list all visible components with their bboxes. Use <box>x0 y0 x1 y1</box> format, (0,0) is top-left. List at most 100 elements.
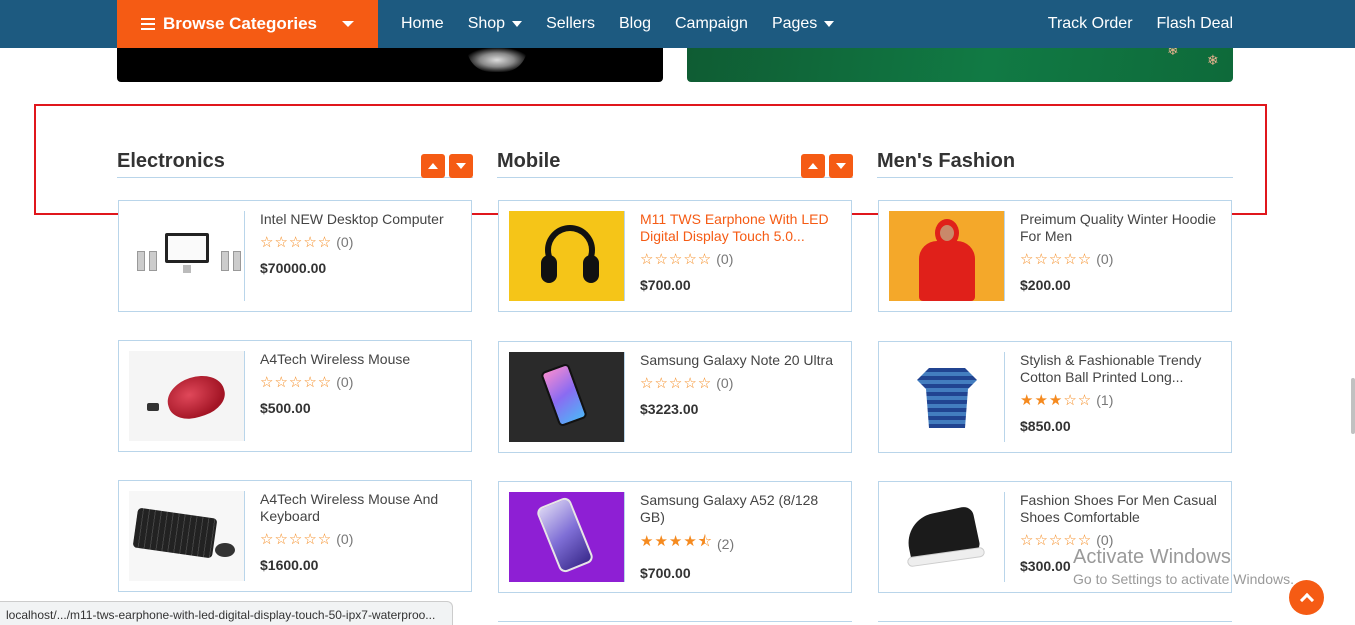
product-rating: ☆☆☆☆☆ (0) <box>640 250 845 268</box>
product-price: $1600.00 <box>260 557 319 573</box>
nav-sellers[interactable]: Sellers <box>546 15 595 33</box>
star-rating-icon: ★★★★⯪ <box>640 533 713 550</box>
product-card[interactable]: Intel NEW Desktop Computer ☆☆☆☆☆ (0) $700… <box>118 200 472 312</box>
product-name[interactable]: Samsung Galaxy Note 20 Ultra <box>640 352 845 369</box>
nav-blog[interactable]: Blog <box>619 15 651 33</box>
column-header: Men's Fashion <box>877 148 1233 178</box>
carousel-controls <box>417 154 473 178</box>
nav-shop[interactable]: Shop <box>467 15 523 33</box>
shirt-image <box>889 352 1005 442</box>
prev-button[interactable] <box>421 154 445 178</box>
arrow-up-icon <box>808 163 818 169</box>
product-card[interactable]: Samsung Galaxy Note 20 Ultra ☆☆☆☆☆ (0) $3… <box>498 341 852 453</box>
browse-categories-button[interactable]: Browse Categories <box>117 0 378 48</box>
arrow-down-icon <box>456 163 466 169</box>
rating-count: (0) <box>716 375 734 391</box>
product-card[interactable]: Samsung Galaxy A52 (8/128 GB) ★★★★⯪ (2) $… <box>498 481 852 593</box>
star-rating-icon: ☆☆☆☆☆ <box>640 251 713 268</box>
product-price: $500.00 <box>260 400 311 416</box>
star-rating-icon: ☆☆☆☆☆ <box>1020 251 1093 268</box>
column-title: Men's Fashion <box>877 150 1016 172</box>
phone-image <box>509 352 625 442</box>
nav-home[interactable]: Home <box>401 15 444 33</box>
nav-campaign[interactable]: Campaign <box>675 15 748 33</box>
activation-watermark: Activate Windows Go to Settings to activ… <box>1073 546 1294 587</box>
nav-shop-label: Shop <box>467 15 506 32</box>
star-rating-icon: ☆☆☆☆☆ <box>260 374 333 391</box>
phone-image <box>509 492 625 582</box>
product-name[interactable]: Preimum Quality Winter Hoodie For Men <box>1020 211 1225 245</box>
snowflake-icon: ❄ <box>1207 52 1219 68</box>
shoe-image <box>889 492 1005 582</box>
column-header: Mobile <box>497 148 853 178</box>
rating-count: (0) <box>1096 251 1114 267</box>
desktop-computer-image <box>129 211 245 301</box>
rating-count: (2) <box>717 535 735 552</box>
nav-right: Track Order Flash Deal <box>1024 0 1233 48</box>
browse-categories-label: Browse Categories <box>163 14 317 33</box>
hoodie-image <box>889 211 1005 301</box>
star-rating-icon: ☆☆☆☆☆ <box>260 531 333 548</box>
product-name[interactable]: A4Tech Wireless Mouse <box>260 351 465 368</box>
chevron-down-icon <box>824 21 835 27</box>
product-card[interactable]: A4Tech Wireless Mouse ☆☆☆☆☆ (0) $500.00 <box>118 340 472 452</box>
product-rating: ☆☆☆☆☆ (0) <box>260 233 465 251</box>
category-column-electronics: Electronics <box>117 148 473 178</box>
product-name[interactable]: M11 TWS Earphone With LED Digital Displa… <box>640 211 845 245</box>
product-card-partial <box>878 621 1232 625</box>
nav-track-order[interactable]: Track Order <box>1048 15 1133 33</box>
product-rating: ★★★☆☆ (1) <box>1020 391 1225 409</box>
page-scrollbar[interactable] <box>1349 0 1355 625</box>
product-name[interactable]: Fashion Shoes For Men Casual Shoes Comfo… <box>1020 492 1225 526</box>
headphone-image <box>509 211 625 301</box>
back-to-top-button[interactable] <box>1289 580 1324 615</box>
product-rating: ☆☆☆☆☆ (0) <box>260 373 465 391</box>
chevron-up-icon <box>1299 592 1314 608</box>
prev-button[interactable] <box>801 154 825 178</box>
product-card[interactable]: M11 TWS Earphone With LED Digital Displa… <box>498 200 852 312</box>
promo-banner-left[interactable] <box>117 48 663 82</box>
hamburger-icon <box>141 15 155 33</box>
next-button[interactable] <box>829 154 853 178</box>
product-rating: ☆☆☆☆☆ (0) <box>260 530 465 548</box>
product-card[interactable]: Stylish & Fashionable Trendy Cotton Ball… <box>878 341 1232 453</box>
product-rating: ☆☆☆☆☆ (0) <box>1020 250 1225 268</box>
carousel-controls <box>797 154 853 178</box>
nav-flash-deal[interactable]: Flash Deal <box>1157 15 1233 33</box>
rating-count: (0) <box>716 251 734 267</box>
product-name[interactable]: Samsung Galaxy A52 (8/128 GB) <box>640 492 845 526</box>
rating-count: (0) <box>336 374 354 390</box>
arrow-up-icon <box>428 163 438 169</box>
star-rating-icon: ☆☆☆☆☆ <box>640 375 713 392</box>
nav-pages[interactable]: Pages <box>771 15 835 33</box>
product-name[interactable]: Stylish & Fashionable Trendy Cotton Ball… <box>1020 352 1225 386</box>
chevron-down-icon <box>342 21 354 27</box>
nav-pages-label: Pages <box>771 15 818 32</box>
scrollbar-thumb[interactable] <box>1351 378 1355 434</box>
keyboard-image <box>129 491 245 581</box>
category-column-mens-fashion: Men's Fashion <box>877 148 1233 178</box>
column-header: Electronics <box>117 148 473 178</box>
wireless-mouse-image <box>129 351 245 441</box>
product-name[interactable]: A4Tech Wireless Mouse And Keyboard <box>260 491 465 525</box>
banner-product-image <box>467 48 527 72</box>
rating-count: (0) <box>336 234 354 250</box>
product-price: $700.00 <box>640 565 691 581</box>
star-rating-icon: ★★★☆☆ <box>1020 392 1093 409</box>
product-rating: ★★★★⯪ (2) <box>640 531 845 556</box>
watermark-subtitle: Go to Settings to activate Windows. <box>1073 571 1294 587</box>
rating-count: (1) <box>1096 392 1114 408</box>
product-card[interactable]: A4Tech Wireless Mouse And Keyboard ☆☆☆☆☆… <box>118 480 472 592</box>
promo-banner-right[interactable]: ❄ ❄ <box>687 48 1233 82</box>
star-rating-icon: ☆☆☆☆☆ <box>260 234 333 251</box>
browser-status-bar: localhost/.../m11-tws-earphone-with-led-… <box>0 601 453 625</box>
product-card[interactable]: Preimum Quality Winter Hoodie For Men ☆☆… <box>878 200 1232 312</box>
product-price: $700.00 <box>640 277 691 293</box>
rating-count: (0) <box>336 531 354 547</box>
watermark-title: Activate Windows <box>1073 546 1231 568</box>
product-price: $70000.00 <box>260 260 327 276</box>
product-price: $200.00 <box>1020 277 1071 293</box>
next-button[interactable] <box>449 154 473 178</box>
product-name[interactable]: Intel NEW Desktop Computer <box>260 211 465 228</box>
product-card-partial <box>498 621 852 625</box>
